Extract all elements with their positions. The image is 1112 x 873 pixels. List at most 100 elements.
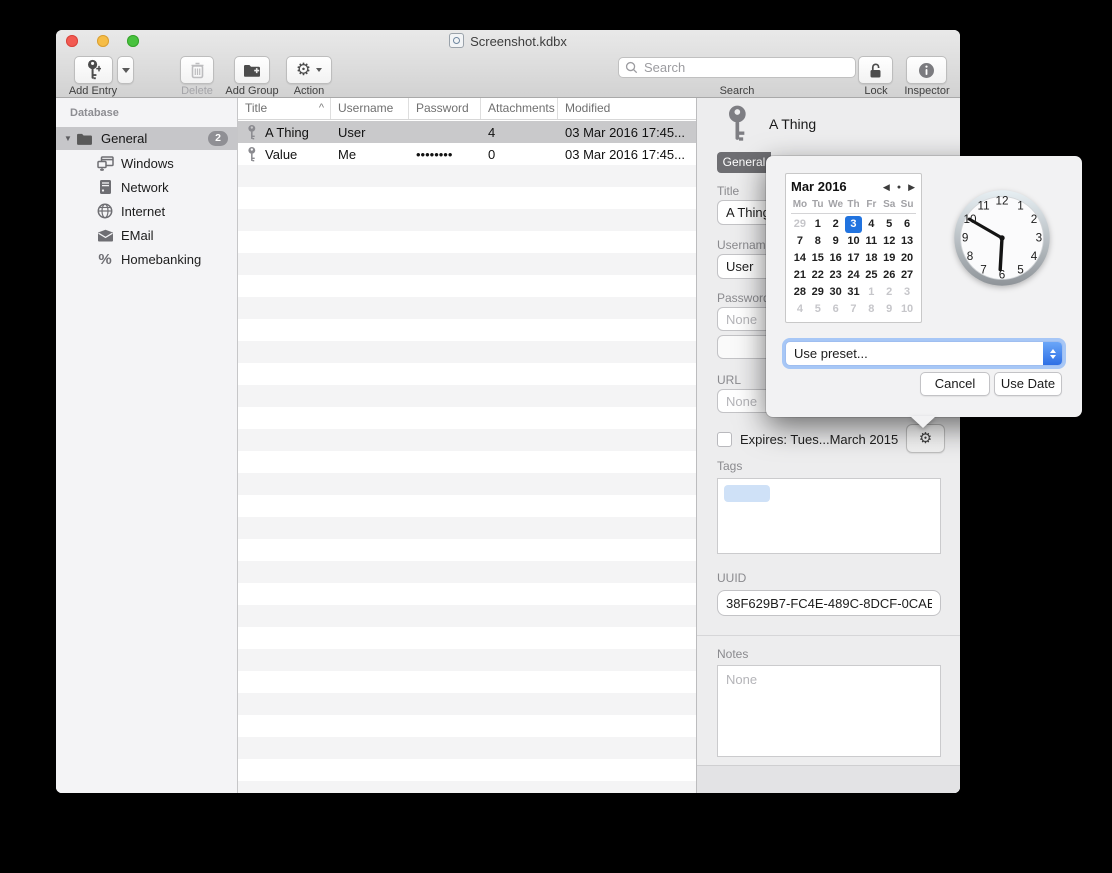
- column-header-modified[interactable]: Modified: [558, 98, 696, 119]
- calendar-day[interactable]: 22: [809, 267, 827, 284]
- sidebar-item-general[interactable]: ▼ General 2: [56, 127, 237, 150]
- calendar-day[interactable]: 13: [898, 233, 916, 250]
- add-entry-button[interactable]: [74, 56, 113, 84]
- select-stepper[interactable]: [1043, 342, 1062, 365]
- window-title-wrap: Screenshot.kdbx: [56, 33, 960, 49]
- cell-title: A Thing: [265, 125, 309, 140]
- disclosure-triangle-icon[interactable]: ▼: [64, 134, 76, 143]
- titlebar[interactable]: Screenshot.kdbx: [56, 30, 960, 52]
- delete-button[interactable]: [180, 56, 214, 84]
- username-field-label: Username: [717, 238, 772, 252]
- action-button[interactable]: ⚙: [286, 56, 332, 84]
- calendar-day[interactable]: 16: [827, 250, 845, 267]
- uuid-label: UUID: [717, 571, 746, 585]
- sidebar: Database ▼ General 2: [56, 98, 238, 793]
- calendar-day[interactable]: 10: [845, 233, 863, 250]
- tags-box[interactable]: [717, 478, 941, 554]
- document-proxy-icon[interactable]: [449, 33, 464, 48]
- calendar-day[interactable]: 15: [809, 250, 827, 267]
- calendar-prev-icon[interactable]: ◀: [883, 182, 890, 193]
- calendar-day[interactable]: 7: [845, 301, 863, 318]
- calendar-day[interactable]: 27: [898, 267, 916, 284]
- calendar-day[interactable]: 11: [862, 233, 880, 250]
- calendar-day[interactable]: 26: [880, 267, 898, 284]
- inspector-footer: [697, 765, 960, 793]
- calendar-day[interactable]: 1: [809, 216, 827, 233]
- table-empty-rows[interactable]: [238, 165, 696, 793]
- inspector-button[interactable]: [906, 56, 947, 84]
- tab-general[interactable]: General: [717, 152, 771, 173]
- search-field[interactable]: [618, 57, 856, 78]
- column-header-title[interactable]: Title ^: [238, 98, 331, 119]
- calendar-day[interactable]: 17: [845, 250, 863, 267]
- calendar-next-icon[interactable]: ▶: [908, 182, 915, 193]
- expires-checkbox[interactable]: [717, 432, 732, 447]
- calendar-day[interactable]: 10: [898, 301, 916, 318]
- calendar-day[interactable]: 3: [898, 284, 916, 301]
- calendar-day[interactable]: 6: [827, 301, 845, 318]
- calendar-day[interactable]: 9: [827, 233, 845, 250]
- analog-clock[interactable]: 12 1 2 3 4 5 6 7 8 9 10 11: [948, 184, 1056, 292]
- sidebar-item-internet[interactable]: Internet: [56, 199, 237, 223]
- calendar-day[interactable]: 8: [862, 301, 880, 318]
- calendar-day[interactable]: 4: [862, 216, 880, 233]
- notes-field[interactable]: [717, 665, 941, 757]
- tags-label: Tags: [717, 459, 742, 473]
- cell-attachments: 0: [481, 147, 558, 162]
- use-date-button[interactable]: Use Date: [994, 372, 1062, 396]
- calendar-day[interactable]: 12: [880, 233, 898, 250]
- calendar-day[interactable]: 24: [845, 267, 863, 284]
- add-entry-menu-button[interactable]: [117, 56, 134, 84]
- search-input[interactable]: [642, 59, 849, 76]
- calendar-day[interactable]: 20: [898, 250, 916, 267]
- add-group-button[interactable]: [234, 56, 270, 84]
- calendar-day[interactable]: 31: [845, 284, 863, 301]
- calendar-day[interactable]: 2: [827, 216, 845, 233]
- calendar-day[interactable]: 7: [791, 233, 809, 250]
- calendar-day[interactable]: 1: [862, 284, 880, 301]
- calendar-month-label: Mar 2016: [791, 179, 847, 194]
- calendar-day[interactable]: 18: [862, 250, 880, 267]
- entry-table: Title ^ Username Password Attachments Mo…: [238, 98, 696, 793]
- calendar-day[interactable]: 19: [880, 250, 898, 267]
- calendar-day[interactable]: 2: [880, 284, 898, 301]
- expires-options-button[interactable]: ⚙: [906, 424, 945, 453]
- cancel-button[interactable]: Cancel: [920, 372, 990, 396]
- calendar-day[interactable]: 21: [791, 267, 809, 284]
- sidebar-item-homebanking[interactable]: % Homebanking: [56, 247, 237, 271]
- calendar-today-icon[interactable]: ●: [897, 184, 901, 191]
- column-header-username[interactable]: Username: [331, 98, 409, 119]
- table-row[interactable]: Value Me •••••••• 0 03 Mar 2016 17:45...: [238, 143, 696, 165]
- table-row[interactable]: A Thing User 4 03 Mar 2016 17:45...: [238, 121, 696, 143]
- column-header-attachments[interactable]: Attachments: [481, 98, 558, 119]
- clock-number: 7: [980, 264, 987, 277]
- uuid-field[interactable]: [717, 590, 941, 616]
- calendar-day[interactable]: 30: [827, 284, 845, 301]
- expires-label: Expires: Tues...March 2015: [740, 432, 898, 447]
- sidebar-item-label: Homebanking: [121, 252, 201, 267]
- sidebar-item-windows[interactable]: Windows: [56, 151, 237, 175]
- hour-hand[interactable]: [1000, 238, 1002, 270]
- calendar-day[interactable]: 28: [791, 284, 809, 301]
- calendar-day[interactable]: 14: [791, 250, 809, 267]
- calendar-day[interactable]: 29: [791, 216, 809, 233]
- delete-label: Delete: [177, 85, 217, 98]
- calendar-day-selected[interactable]: 3: [845, 216, 863, 233]
- calendar-day[interactable]: 4: [791, 301, 809, 318]
- calendar-day[interactable]: 5: [809, 301, 827, 318]
- calendar-day[interactable]: 6: [898, 216, 916, 233]
- calendar-day[interactable]: 9: [880, 301, 898, 318]
- calendar-weekday: Mo: [791, 197, 809, 212]
- calendar-day[interactable]: 25: [862, 267, 880, 284]
- column-header-password[interactable]: Password: [409, 98, 481, 119]
- tag-token[interactable]: [724, 485, 770, 502]
- sidebar-item-network[interactable]: Network: [56, 175, 237, 199]
- sidebar-item-email[interactable]: EMail: [56, 223, 237, 247]
- search-group-label: Search: [618, 85, 856, 98]
- lock-button[interactable]: [858, 56, 893, 84]
- calendar-day[interactable]: 5: [880, 216, 898, 233]
- calendar-day[interactable]: 29: [809, 284, 827, 301]
- preset-select[interactable]: Use preset...: [785, 341, 1063, 366]
- calendar-day[interactable]: 8: [809, 233, 827, 250]
- calendar-day[interactable]: 23: [827, 267, 845, 284]
